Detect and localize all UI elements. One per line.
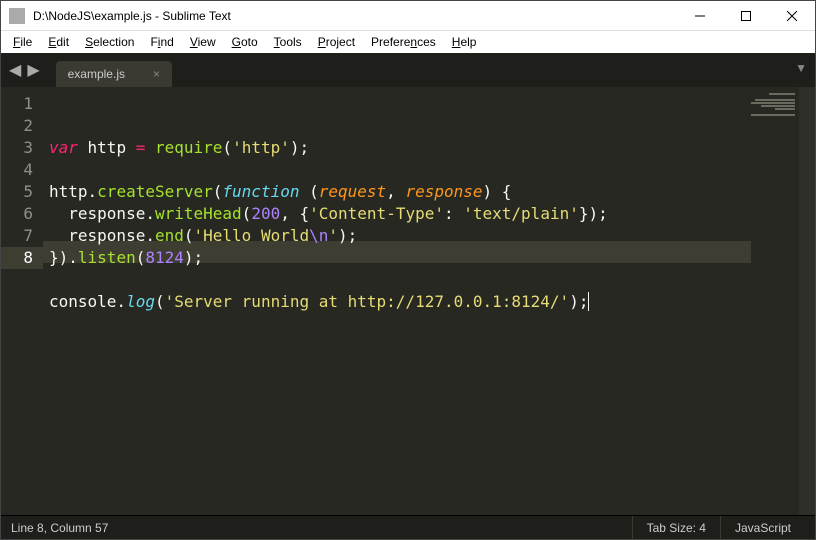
- menu-item[interactable]: File: [5, 33, 40, 51]
- menu-item[interactable]: Project: [310, 33, 363, 51]
- nav-back-icon[interactable]: ◀: [9, 60, 21, 80]
- line-number[interactable]: 1: [1, 93, 33, 115]
- code-line[interactable]: http.createServer(function (request, res…: [49, 181, 751, 203]
- menu-item[interactable]: Find: [142, 33, 181, 51]
- line-number[interactable]: 2: [1, 115, 33, 137]
- code-line[interactable]: [49, 269, 751, 291]
- line-number[interactable]: 8: [1, 247, 43, 269]
- window-controls: [677, 1, 815, 30]
- menu-item[interactable]: Preferences: [363, 33, 444, 51]
- menu-item[interactable]: Goto: [224, 33, 266, 51]
- code-line[interactable]: }).listen(8124);: [49, 247, 751, 269]
- minimap-line: [761, 105, 795, 107]
- minimap[interactable]: [751, 87, 799, 515]
- minimap-line: [751, 102, 795, 104]
- line-number[interactable]: 6: [1, 203, 33, 225]
- minimap-line: [755, 99, 795, 101]
- menu-item[interactable]: Edit: [40, 33, 77, 51]
- code-line[interactable]: response.end('Hello World\n');: [49, 225, 751, 247]
- maximize-button[interactable]: [723, 1, 769, 30]
- code-line[interactable]: response.writeHead(200, {'Content-Type':…: [49, 203, 751, 225]
- menubar: FileEditSelectionFindViewGotoToolsProjec…: [1, 31, 815, 53]
- menu-item[interactable]: View: [182, 33, 224, 51]
- minimap-line: [769, 93, 795, 95]
- app-icon: [9, 8, 25, 24]
- code-line[interactable]: var http = require('http');: [49, 137, 751, 159]
- titlebar: D:\NodeJS\example.js - Sublime Text: [1, 1, 815, 31]
- tab-size-setting[interactable]: Tab Size: 4: [632, 516, 720, 539]
- code-line[interactable]: console.log('Server running at http://12…: [49, 291, 751, 313]
- close-button[interactable]: [769, 1, 815, 30]
- line-number[interactable]: 7: [1, 225, 33, 247]
- menu-item[interactable]: Tools: [266, 33, 310, 51]
- nav-forward-icon[interactable]: ▶: [27, 60, 39, 80]
- line-number[interactable]: 4: [1, 159, 33, 181]
- tab-example-js[interactable]: example.js ×: [56, 61, 172, 87]
- code-editor[interactable]: var http = require('http'); http.createS…: [43, 87, 751, 515]
- tab-close-icon[interactable]: ×: [153, 67, 160, 81]
- code-line[interactable]: [49, 159, 751, 181]
- vertical-scrollbar[interactable]: [799, 87, 815, 515]
- menu-item[interactable]: Help: [444, 33, 485, 51]
- line-number[interactable]: 3: [1, 137, 33, 159]
- line-gutter[interactable]: 12345678: [1, 87, 43, 515]
- app-window: D:\NodeJS\example.js - Sublime Text File…: [0, 0, 816, 540]
- statusbar: Line 8, Column 57 Tab Size: 4 JavaScript: [1, 515, 815, 539]
- window-title: D:\NodeJS\example.js - Sublime Text: [33, 9, 677, 23]
- tab-dropdown-icon[interactable]: ▼: [795, 61, 807, 75]
- line-number[interactable]: 5: [1, 181, 33, 203]
- cursor-position[interactable]: Line 8, Column 57: [11, 521, 108, 535]
- minimap-line: [775, 108, 795, 110]
- editor-area: 12345678 var http = require('http'); htt…: [1, 87, 815, 515]
- menu-item[interactable]: Selection: [77, 33, 142, 51]
- syntax-setting[interactable]: JavaScript: [720, 516, 805, 539]
- tab-strip: ◀ ▶ example.js × ▼: [1, 53, 815, 87]
- minimize-button[interactable]: [677, 1, 723, 30]
- text-caret: [588, 292, 589, 311]
- minimap-line: [751, 114, 795, 116]
- tab-label: example.js: [68, 67, 125, 81]
